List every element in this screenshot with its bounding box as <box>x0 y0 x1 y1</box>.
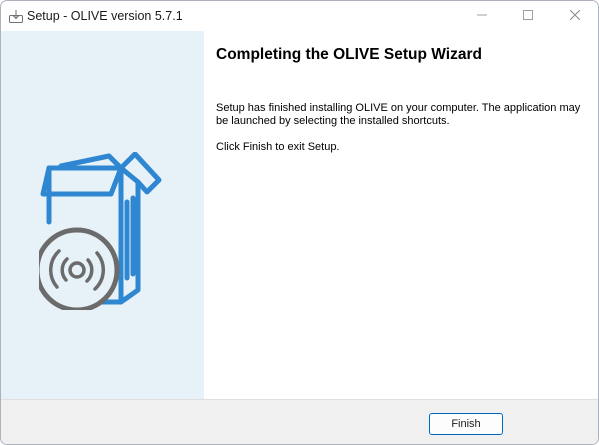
exit-instruction: Click Finish to exit Setup. <box>216 141 340 153</box>
software-box-with-disc-icon <box>34 151 169 313</box>
maximize-icon <box>523 7 533 25</box>
close-icon <box>569 7 581 25</box>
wizard-content: Completing the OLIVE Setup Wizard Setup … <box>204 31 598 399</box>
minimize-button[interactable] <box>459 1 505 31</box>
window-title: Setup - OLIVE version 5.7.1 <box>27 9 183 23</box>
close-button[interactable] <box>552 1 598 31</box>
setup-wizard-window: Setup - OLIVE version 5.7.1 Completing t… <box>0 0 599 445</box>
minimize-icon <box>477 7 487 25</box>
wizard-sidebar <box>1 31 204 399</box>
wizard-footer: Finish <box>1 399 598 444</box>
title-bar[interactable]: Setup - OLIVE version 5.7.1 <box>1 1 598 31</box>
page-heading: Completing the OLIVE Setup Wizard <box>216 46 482 63</box>
setup-installer-icon <box>8 9 24 24</box>
completion-message: Setup has finished installing OLIVE on y… <box>216 102 581 127</box>
maximize-button[interactable] <box>505 1 551 31</box>
finish-button[interactable]: Finish <box>429 413 503 435</box>
